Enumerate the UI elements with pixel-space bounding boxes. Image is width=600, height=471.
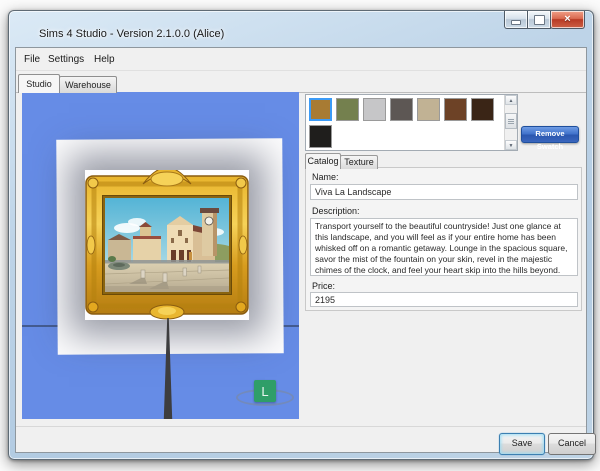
footer-divider bbox=[16, 426, 586, 427]
painting-preview bbox=[85, 170, 249, 320]
model-preview-viewport[interactable]: L bbox=[22, 92, 299, 419]
studio-logo: L bbox=[254, 380, 276, 402]
close-icon: × bbox=[564, 14, 570, 25]
menu-bar: File Settings Help bbox=[16, 48, 586, 71]
maximize-icon bbox=[534, 15, 545, 25]
name-label: Name: bbox=[312, 172, 339, 182]
minimize-icon bbox=[511, 20, 521, 25]
swatch-panel: ▲ ▼ bbox=[305, 94, 518, 151]
menu-file[interactable]: File bbox=[20, 52, 44, 67]
name-input[interactable] bbox=[310, 184, 578, 200]
scroll-up-icon[interactable]: ▲ bbox=[505, 95, 517, 105]
tab-texture[interactable]: Texture bbox=[340, 155, 378, 169]
client-area: File Settings Help Studio Warehouse bbox=[15, 47, 587, 453]
title-bar[interactable]: Sims 4 Studio - Version 2.1.0.0 (Alice) … bbox=[9, 11, 593, 47]
window-controls: × bbox=[505, 11, 585, 28]
tab-studio[interactable]: Studio bbox=[18, 74, 60, 93]
menu-settings[interactable]: Settings bbox=[44, 52, 88, 67]
swatch[interactable] bbox=[309, 125, 332, 148]
studio-logo-letter: L bbox=[261, 384, 268, 399]
scrollbar-thumb[interactable] bbox=[505, 113, 517, 129]
swatch[interactable] bbox=[444, 98, 467, 121]
cancel-button[interactable]: Cancel bbox=[548, 433, 596, 455]
menu-help[interactable]: Help bbox=[90, 52, 119, 67]
description-input[interactable]: Transport yourself to the beautiful coun… bbox=[310, 218, 578, 276]
swatch[interactable] bbox=[417, 98, 440, 121]
save-button[interactable]: Save bbox=[499, 433, 545, 455]
tab-catalog[interactable]: Catalog bbox=[305, 153, 341, 169]
description-label: Description: bbox=[312, 206, 360, 216]
desktop: Sims 4 Studio - Version 2.1.0.0 (Alice) … bbox=[0, 0, 600, 471]
price-label: Price: bbox=[312, 281, 335, 291]
remove-swatch-button[interactable]: Remove Swatch bbox=[521, 126, 579, 143]
window-title: Sims 4 Studio - Version 2.1.0.0 (Alice) bbox=[39, 28, 224, 40]
price-input[interactable] bbox=[310, 292, 578, 307]
minimize-button[interactable] bbox=[504, 11, 528, 29]
close-button[interactable]: × bbox=[550, 11, 585, 29]
tab-warehouse[interactable]: Warehouse bbox=[59, 76, 117, 93]
swatch-list bbox=[309, 98, 501, 148]
app-window: Sims 4 Studio - Version 2.1.0.0 (Alice) … bbox=[8, 10, 594, 460]
swatch[interactable] bbox=[309, 98, 332, 121]
swatch[interactable] bbox=[363, 98, 386, 121]
swatch[interactable] bbox=[336, 98, 359, 121]
gold-frame-painting-image bbox=[85, 170, 249, 320]
swatch-scrollbar[interactable]: ▲ ▼ bbox=[504, 95, 517, 150]
scroll-down-icon[interactable]: ▼ bbox=[505, 140, 517, 150]
swatch[interactable] bbox=[471, 98, 494, 121]
swatch[interactable] bbox=[390, 98, 413, 121]
maximize-button[interactable] bbox=[527, 11, 551, 29]
